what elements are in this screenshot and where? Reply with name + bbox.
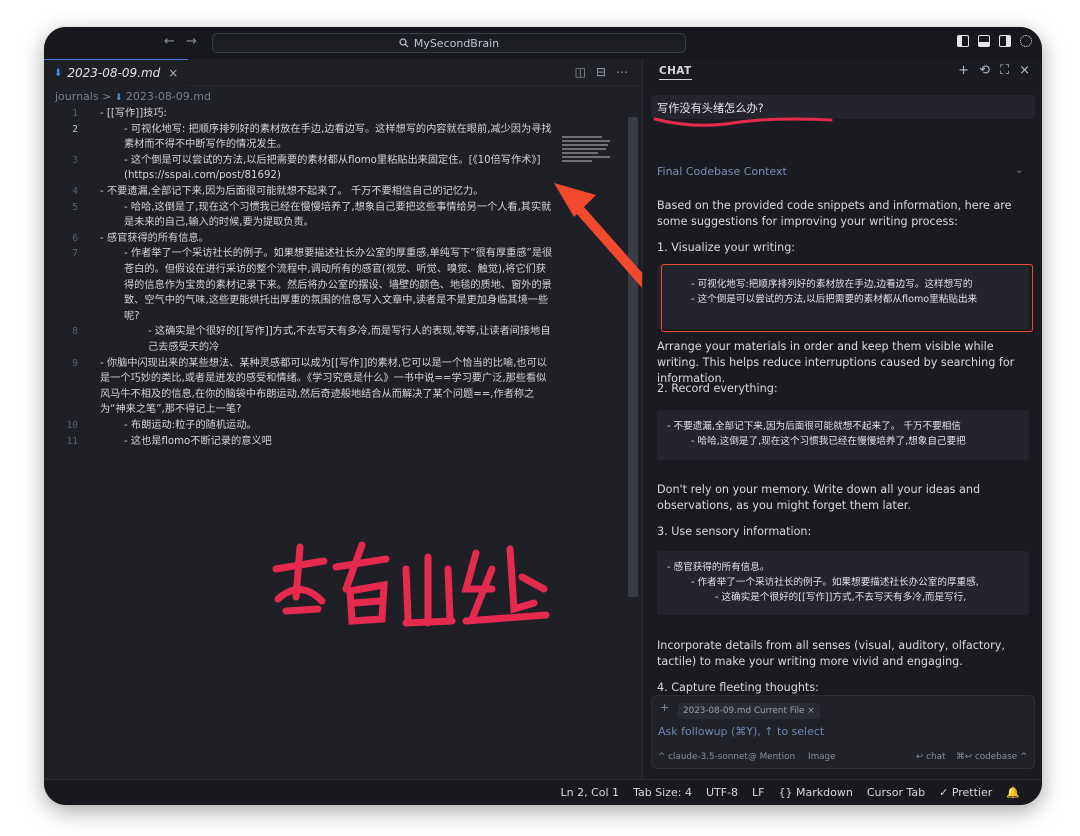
prettier-status[interactable]: ✓ Prettier [939,786,992,799]
search-label: MySecondBrain [413,36,500,50]
encoding[interactable]: UTF-8 [706,786,738,799]
editor-pane: ⬇ 2023-08-09.md × ◫ ⊟ ⋯ journals > ⬇ 202… [44,59,642,779]
title-bar: ← → MySecondBrain [44,27,1042,59]
back-button[interactable]: ← [164,34,175,49]
section-heading: 4. Capture fleeting thoughts: [657,681,819,694]
new-chat-icon[interactable]: + [958,63,969,78]
snippet-line: - 这确实是个很好的[[写作]]方式,不去写天有多冷,而是写行, [715,592,967,603]
gear-icon[interactable] [1020,35,1032,47]
bell-icon[interactable]: 🔔 [1006,786,1020,799]
layout-toggles [957,35,1032,47]
codebase-context-toggle[interactable]: Final Codebase Context [657,165,787,178]
red-underline-annotation [653,117,833,127]
chat-actions: + ⟲ ⛶ × [958,63,1030,78]
section-heading: 2. Record everything: [657,382,778,395]
app-window: ← → MySecondBrain ⬇ 2023-08-09.md × ◫ ⊟ … [44,27,1042,805]
red-arrow-annotation [554,183,642,288]
history-icon[interactable]: ⟲ [979,63,990,78]
section-text: Don't rely on your memory. Write down al… [657,483,981,512]
red-box-annotation [661,264,1033,332]
toggle-secondary-sidebar-icon[interactable] [999,35,1011,47]
section-text: Incorporate details from all senses (vis… [657,639,1005,668]
status-items: Ln 2, Col 1 Tab Size: 4 UTF-8 LF {} Mark… [561,786,1021,799]
context-file-pill[interactable]: 2023-08-09.md Current File × [678,703,820,719]
command-search-bar[interactable]: MySecondBrain [212,33,686,53]
image-button[interactable]: Image [808,752,836,762]
toggle-primary-sidebar-icon[interactable] [957,35,969,47]
code-snippet[interactable]: - 感官获得的所有信息。 - 作者举了一个采访社长的例子。如果想要描述社长办公室… [657,551,1029,615]
section-heading: 1. Visualize your writing: [657,241,796,254]
chevron-down-icon[interactable]: ⌄ [1015,163,1024,176]
search-icon [399,38,409,48]
followup-input[interactable]: Ask followup (⌘Y), ↑ to select [658,725,824,738]
snippet-line: - 哈哈,这倒是了,现在这个习惯我已经在慢慢培养了,想象自己要把 [691,436,966,447]
snippet-line: - 不要遗漏,全部记下来,因为后面很可能就想不起来了。 千万不要相信 [667,421,961,432]
mention-button[interactable]: @ Mention [748,752,795,762]
cursor-tab[interactable]: Cursor Tab [867,786,925,799]
close-icon[interactable]: × [1019,63,1030,78]
codebase-submit-hint[interactable]: ⌘↩ codebase ^ [956,752,1027,762]
chat-panel: CHAT + ⟲ ⛶ × 写作没有头绪怎么办? Final Codebase C… [642,59,1042,779]
language-mode[interactable]: {} Markdown [779,786,853,799]
maximize-icon[interactable]: ⛶ [1000,63,1009,78]
section-text: Arrange your materials in order and keep… [657,340,1015,385]
followup-composer[interactable]: + 2023-08-09.md Current File × Ask follo… [651,695,1035,769]
snippet-line: - 作者举了一个采访社长的例子。如果想要描述社长办公室的厚重感, [691,577,979,588]
status-bar: Ln 2, Col 1 Tab Size: 4 UTF-8 LF {} Mark… [44,779,1042,805]
add-context-button[interactable]: + [660,701,669,714]
section-heading: 3. Use sensory information: [657,525,812,538]
forward-button[interactable]: → [186,34,197,49]
code-snippet[interactable]: - 不要遗漏,全部记下来,因为后面很可能就想不起来了。 千万不要相信 - 哈哈,… [657,410,1029,460]
model-selector[interactable]: ^ claude-3.5-sonnet [658,752,748,762]
snippet-line: - 感官获得的所有信息。 [667,562,770,573]
handwritten-annotation [272,541,550,627]
chat-submit-hint[interactable]: ↩ chat [916,752,945,762]
answer-intro: Based on the provided code snippets and … [657,199,1012,228]
cursor-position[interactable]: Ln 2, Col 1 [561,786,620,799]
line-ending[interactable]: LF [752,786,764,799]
tab-size[interactable]: Tab Size: 4 [633,786,692,799]
chat-title[interactable]: CHAT [659,65,692,80]
toggle-panel-icon[interactable] [978,35,990,47]
